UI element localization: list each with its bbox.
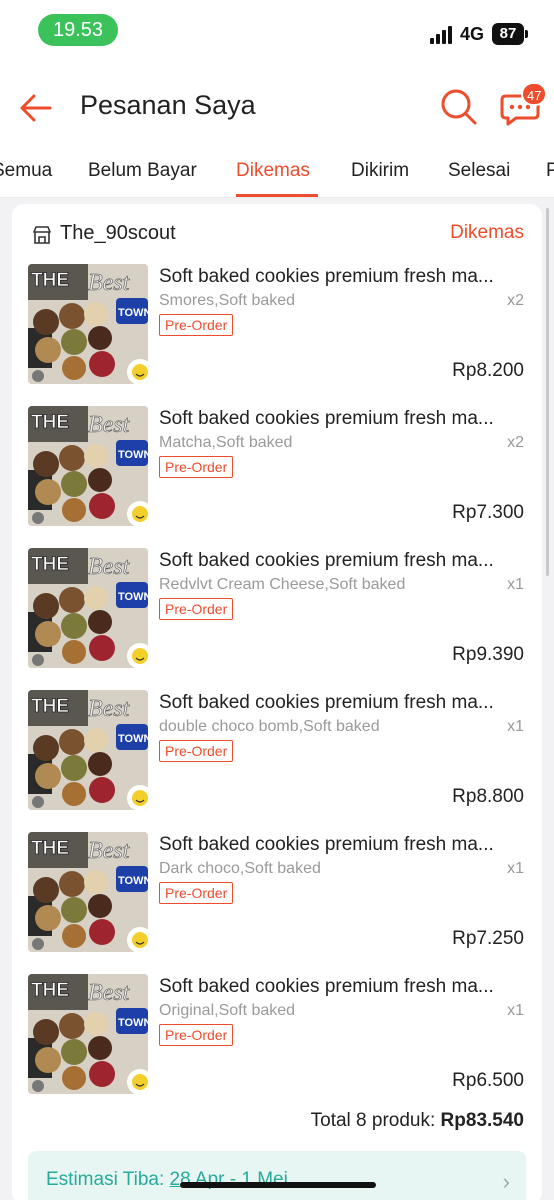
product-thumbnail[interactable]: THE Best TOWN <box>28 264 148 384</box>
product-quantity: x1 <box>507 718 524 735</box>
total-value: Rp83.540 <box>440 1110 524 1131</box>
svg-text:Best: Best <box>88 554 131 580</box>
svg-text:THE: THE <box>31 554 69 575</box>
tab-dikemas[interactable]: Dikemas <box>236 160 310 182</box>
product-variant: double choco bomb,Soft baked <box>159 718 380 735</box>
tab-belum-bayar[interactable]: Belum Bayar <box>88 160 197 182</box>
product-image: THE Best TOWN <box>28 974 148 1094</box>
tab-semua[interactable]: Semua <box>0 160 52 182</box>
svg-text:THE: THE <box>31 412 69 433</box>
product-price: Rp8.800 <box>452 786 524 807</box>
preorder-badge: Pre-Order <box>159 740 234 762</box>
svg-text:THE: THE <box>31 838 69 859</box>
product-image: THE Best TOWN <box>28 264 148 384</box>
order-item[interactable]: THE Best TOWN Soft baked cookies premium… <box>28 264 528 396</box>
product-quantity: x1 <box>507 860 524 877</box>
product-variant: Dark choco,Soft baked <box>159 860 321 877</box>
svg-text:Best: Best <box>88 696 131 722</box>
product-price: Rp9.390 <box>452 644 524 665</box>
svg-text:THE: THE <box>31 270 69 291</box>
product-thumbnail[interactable]: THE Best TOWN <box>28 832 148 952</box>
svg-text:TOWN: TOWN <box>118 591 148 603</box>
product-title[interactable]: Soft baked cookies premium fresh ma... <box>159 266 525 288</box>
tab-dikirim[interactable]: Dikirim <box>351 160 409 182</box>
svg-text:Best: Best <box>88 838 131 864</box>
shop-name: The_90scout <box>60 222 176 244</box>
product-quantity: x1 <box>507 576 524 593</box>
svg-text:TOWN: TOWN <box>118 449 148 461</box>
svg-text:Best: Best <box>88 412 131 438</box>
preorder-badge: Pre-Order <box>159 882 234 904</box>
status-bar: 19.53 4G 87 <box>0 0 554 62</box>
preorder-badge: Pre-Order <box>159 314 234 336</box>
product-quantity: x2 <box>507 434 524 451</box>
product-image: THE Best TOWN <box>28 690 148 810</box>
preorder-badge: Pre-Order <box>159 598 234 620</box>
product-title[interactable]: Soft baked cookies premium fresh ma... <box>159 550 525 572</box>
status-time: 19.53 <box>38 14 118 46</box>
order-item[interactable]: THE Best TOWN Soft baked cookies premium… <box>28 690 528 822</box>
product-thumbnail[interactable]: THE Best TOWN <box>28 548 148 668</box>
product-variant: Matcha,Soft baked <box>159 434 293 451</box>
product-image: THE Best TOWN <box>28 406 148 526</box>
page-title: Pesanan Saya <box>80 90 256 120</box>
svg-text:TOWN: TOWN <box>118 875 148 887</box>
product-thumbnail[interactable]: THE Best TOWN <box>28 690 148 810</box>
product-thumbnail[interactable]: THE Best TOWN <box>28 974 148 1094</box>
battery-tip <box>525 30 528 38</box>
product-title[interactable]: Soft baked cookies premium fresh ma... <box>159 408 525 430</box>
product-variant: Redvlvt Cream Cheese,Soft baked <box>159 576 406 593</box>
order-item[interactable]: THE Best TOWN Soft baked cookies premium… <box>28 832 528 964</box>
svg-text:THE: THE <box>31 980 69 1001</box>
active-tab-indicator <box>236 194 318 197</box>
product-price: Rp7.250 <box>452 928 524 949</box>
tab-selesai[interactable]: Selesai <box>448 160 510 182</box>
order-card[interactable]: The_90scout Dikemas THE Best TOWN Soft b… <box>12 204 542 1200</box>
svg-text:TOWN: TOWN <box>118 733 148 745</box>
app-header: Pesanan Saya 47 <box>0 62 554 152</box>
preorder-badge: Pre-Order <box>159 1024 234 1046</box>
svg-text:TOWN: TOWN <box>118 1017 148 1029</box>
battery-icon: 87 <box>492 23 524 45</box>
search-icon[interactable] <box>438 86 478 126</box>
order-item[interactable]: THE Best TOWN Soft baked cookies premium… <box>28 548 528 680</box>
order-total: Total 8 produk: Rp83.540 <box>311 1110 524 1132</box>
product-title[interactable]: Soft baked cookies premium fresh ma... <box>159 834 525 856</box>
product-price: Rp8.200 <box>452 360 524 381</box>
order-tabs: Semua Belum Bayar Dikemas Dikirim Selesa… <box>0 152 554 198</box>
delivery-estimate[interactable]: Estimasi Tiba: 28 Apr - 1 Mei › <box>28 1151 526 1200</box>
order-item[interactable]: THE Best TOWN Soft baked cookies premium… <box>28 406 528 538</box>
chevron-right-icon[interactable]: › <box>503 1169 510 1195</box>
network-label: 4G <box>460 24 485 44</box>
product-price: Rp6.500 <box>452 1070 524 1091</box>
product-price: Rp7.300 <box>452 502 524 523</box>
order-item[interactable]: THE Best TOWN Soft baked cookies premium… <box>28 974 528 1106</box>
shop-icon <box>33 226 51 244</box>
preorder-badge: Pre-Order <box>159 456 234 478</box>
svg-text:TOWN: TOWN <box>118 307 148 319</box>
svg-text:Best: Best <box>88 980 131 1006</box>
home-indicator[interactable] <box>180 1182 376 1188</box>
eta-label: Estimasi Tiba: <box>46 1169 165 1190</box>
arrow-left-icon[interactable] <box>16 88 56 128</box>
order-status: Dikemas <box>450 222 524 243</box>
product-image: THE Best TOWN <box>28 548 148 668</box>
product-quantity: x2 <box>507 292 524 309</box>
svg-text:Best: Best <box>88 270 131 296</box>
signal-icon <box>430 26 454 44</box>
product-quantity: x1 <box>507 1002 524 1019</box>
product-title[interactable]: Soft baked cookies premium fresh ma... <box>159 692 525 714</box>
tab-next[interactable]: P <box>546 160 554 182</box>
total-label: Total 8 produk: <box>310 1110 436 1131</box>
product-thumbnail[interactable]: THE Best TOWN <box>28 406 148 526</box>
product-variant: Original,Soft baked <box>159 1002 296 1019</box>
svg-text:THE: THE <box>31 696 69 717</box>
scrollbar[interactable] <box>546 208 549 576</box>
chat-badge: 47 <box>521 82 548 106</box>
product-variant: Smores,Soft baked <box>159 292 296 309</box>
product-image: THE Best TOWN <box>28 832 148 952</box>
product-title[interactable]: Soft baked cookies premium fresh ma... <box>159 976 525 998</box>
